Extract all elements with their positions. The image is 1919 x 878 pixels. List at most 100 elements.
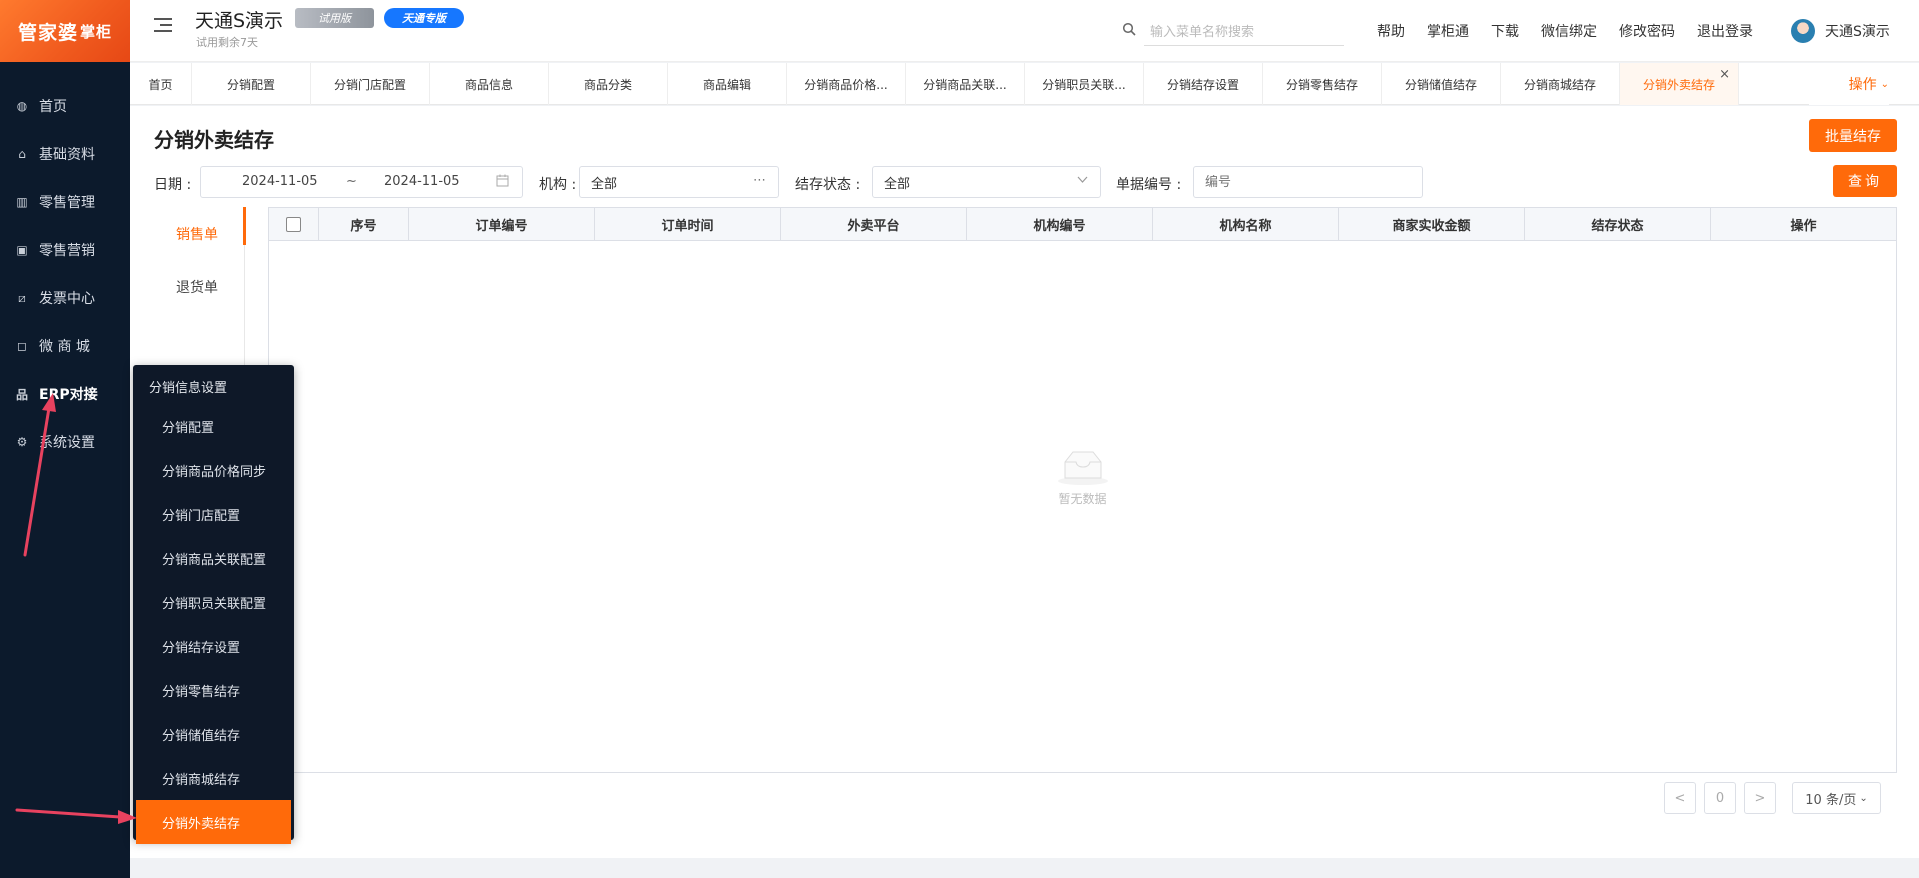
sidebar-item-label: 零售营销: [39, 243, 95, 259]
tab-mall-settlement[interactable]: 分销商城结存: [1501, 63, 1620, 105]
user-menu[interactable]: 天通S演示: [1791, 19, 1890, 43]
tab-store-config[interactable]: 分销门店配置: [311, 63, 430, 105]
column-header[interactable]: 操作: [1711, 208, 1896, 240]
column-header[interactable]: 结存状态: [1525, 208, 1711, 240]
select-all-cell: [269, 208, 319, 240]
header-links: 帮助 掌柜通 下载 微信绑定 修改密码 退出登录: [1377, 21, 1775, 41]
open-tabs-bar: 首页 分销配置 分销门店配置 商品信息 商品分类 商品编辑 分销商品价格... …: [130, 63, 1919, 105]
gift-icon: ▣: [16, 243, 28, 257]
tab-label: 分销商城结存: [1523, 77, 1596, 92]
tab-retail-settlement[interactable]: 分销零售结存: [1263, 63, 1382, 105]
gear-icon: ⚙: [16, 435, 28, 449]
tab-label: 分销零售结存: [1285, 77, 1358, 92]
tab-sales-order[interactable]: 销售单: [150, 207, 246, 260]
wechat-bind-link[interactable]: 微信绑定: [1541, 21, 1597, 41]
tab-return-order[interactable]: 退货单: [150, 260, 244, 313]
main-content: 分销外卖结存 批量结存 日期 : 2024-11-05 ~ 2024-11-05…: [130, 106, 1919, 858]
submenu-item-store-config[interactable]: 分销门店配置: [133, 492, 294, 536]
org-label: 机构 :: [539, 177, 577, 193]
help-link[interactable]: 帮助: [1377, 21, 1405, 41]
column-header[interactable]: 外卖平台: [781, 208, 967, 240]
select-all-checkbox[interactable]: [286, 216, 301, 232]
column-header[interactable]: 商家实收金额: [1339, 208, 1525, 240]
top-header: 天通S演示 试用剩余7天 试用版 天通专版 帮助 掌柜通 下载 微信绑定 修改密…: [130, 0, 1919, 62]
sidebar-item-micro-mall[interactable]: ◻ 微 商 城: [0, 322, 130, 370]
doc-number-input[interactable]: [1205, 174, 1405, 190]
tab-distribution-config[interactable]: 分销配置: [192, 63, 311, 105]
tab-label: 分销商品关联...: [923, 77, 1007, 92]
logout-link[interactable]: 退出登录: [1697, 21, 1753, 41]
tab-product-link[interactable]: 分销商品关联...: [906, 63, 1025, 105]
more-icon: ⋯: [753, 173, 766, 188]
sidebar-item-system-settings[interactable]: ⚙ 系统设置: [0, 418, 130, 466]
batch-settle-button[interactable]: 批量结存: [1809, 119, 1897, 152]
menu-search-input[interactable]: [1144, 20, 1344, 46]
prev-page-button[interactable]: <: [1664, 782, 1696, 814]
sidebar-item-retail-management[interactable]: ▥ 零售管理: [0, 178, 130, 226]
change-password-link[interactable]: 修改密码: [1619, 21, 1675, 41]
submenu-item-takeout-settlement[interactable]: 分销外卖结存: [136, 800, 291, 844]
tab-settlement-settings[interactable]: 分销结存设置: [1144, 63, 1263, 105]
footer-bar: [130, 858, 1919, 878]
sidebar-menu: ◍ 首页 ⌂ 基础资料 ▥ 零售管理 ▣ 零售营销 ⧄ 发票中心 ◻ 微 商 城 品 ERP对…: [0, 82, 130, 466]
pro-edition-badge: 天通专版: [384, 8, 464, 28]
tab-product-category[interactable]: 商品分类: [549, 63, 668, 105]
tab-label: 分销外卖结存: [1642, 77, 1715, 92]
doc-type-tabs: 销售单 退货单: [150, 207, 246, 377]
submenu-item-retail-settlement[interactable]: 分销零售结存: [133, 668, 294, 712]
user-name: 天通S演示: [1825, 24, 1890, 40]
status-select-value: 全部: [884, 176, 911, 192]
submenu-item-settlement-settings[interactable]: 分销结存设置: [133, 624, 294, 668]
submenu-item-price-sync[interactable]: 分销商品价格同步: [133, 448, 294, 492]
submenu-item-product-link[interactable]: 分销商品关联配置: [133, 536, 294, 580]
page-number[interactable]: 0: [1704, 782, 1736, 814]
tab-label: 商品分类: [583, 77, 632, 92]
submenu-item-stored-value-settlement[interactable]: 分销储值结存: [133, 712, 294, 756]
tab-product-info[interactable]: 商品信息: [430, 63, 549, 105]
sidebar-item-erp[interactable]: 品 ERP对接: [0, 370, 130, 418]
close-icon[interactable]: ×: [1719, 67, 1730, 82]
sidebar-item-home[interactable]: ◍ 首页: [0, 82, 130, 130]
column-header[interactable]: 机构名称: [1153, 208, 1339, 240]
tab-stored-value-settlement[interactable]: 分销储值结存: [1382, 63, 1501, 105]
erp-submenu-flyout: 分销信息设置 分销配置 分销商品价格同步 分销门店配置 分销商品关联配置 分销职…: [133, 365, 294, 844]
query-button[interactable]: 查询: [1833, 165, 1897, 197]
submenu-item-mall-settlement[interactable]: 分销商城结存: [133, 756, 294, 800]
status-select[interactable]: 全部: [872, 166, 1101, 198]
tab-home[interactable]: 首页: [130, 63, 192, 105]
column-header[interactable]: 订单编号: [409, 208, 595, 240]
menu-search: [1122, 20, 1344, 46]
date-start: 2024-11-05: [242, 174, 318, 189]
menu-toggle-icon[interactable]: [154, 18, 172, 34]
sidebar-item-retail-marketing[interactable]: ▣ 零售营销: [0, 226, 130, 274]
brand-logo[interactable]: 管家婆 掌柜: [0, 0, 130, 62]
tab-staff-link[interactable]: 分销职员关联...: [1025, 63, 1144, 105]
column-header[interactable]: 机构编号: [967, 208, 1153, 240]
next-page-button[interactable]: >: [1744, 782, 1776, 814]
column-header[interactable]: 序号: [319, 208, 409, 240]
page-size-value: 10 条/页: [1805, 792, 1857, 808]
org-select[interactable]: 全部 ⋯: [579, 166, 779, 198]
submenu-item-staff-link[interactable]: 分销职员关联配置: [133, 580, 294, 624]
sidebar-item-basic-data[interactable]: ⌂ 基础资料: [0, 130, 130, 178]
tab-label: 分销职员关联...: [1042, 77, 1126, 92]
page-size-select[interactable]: 10 条/页 ⌄: [1792, 782, 1881, 814]
tab-product-edit[interactable]: 商品编辑: [668, 63, 787, 105]
sidebar-item-label: 基础资料: [39, 147, 95, 163]
zhanggui-link[interactable]: 掌柜通: [1427, 21, 1469, 41]
download-link[interactable]: 下载: [1491, 21, 1519, 41]
tab-operations-dropdown[interactable]: 操作 ⌄: [1808, 63, 1889, 105]
column-header[interactable]: 订单时间: [595, 208, 781, 240]
calendar-icon: [496, 174, 509, 191]
submenu-group-title: 分销信息设置: [149, 380, 228, 396]
tab-takeout-settlement[interactable]: 分销外卖结存 ×: [1620, 63, 1739, 105]
sidebar-item-invoice-center[interactable]: ⧄ 发票中心: [0, 274, 130, 322]
date-range-picker[interactable]: 2024-11-05 ~ 2024-11-05: [200, 166, 523, 198]
doc-number-field[interactable]: [1193, 166, 1423, 198]
submenu-item-distribution-config[interactable]: 分销配置: [133, 404, 294, 448]
tab-label: 商品信息: [464, 77, 513, 92]
chevron-down-icon: [1077, 174, 1088, 189]
tab-price-sync[interactable]: 分销商品价格...: [787, 63, 906, 105]
tab-label: 分销商品价格...: [804, 77, 888, 92]
tab-label: 分销配置: [226, 77, 275, 92]
